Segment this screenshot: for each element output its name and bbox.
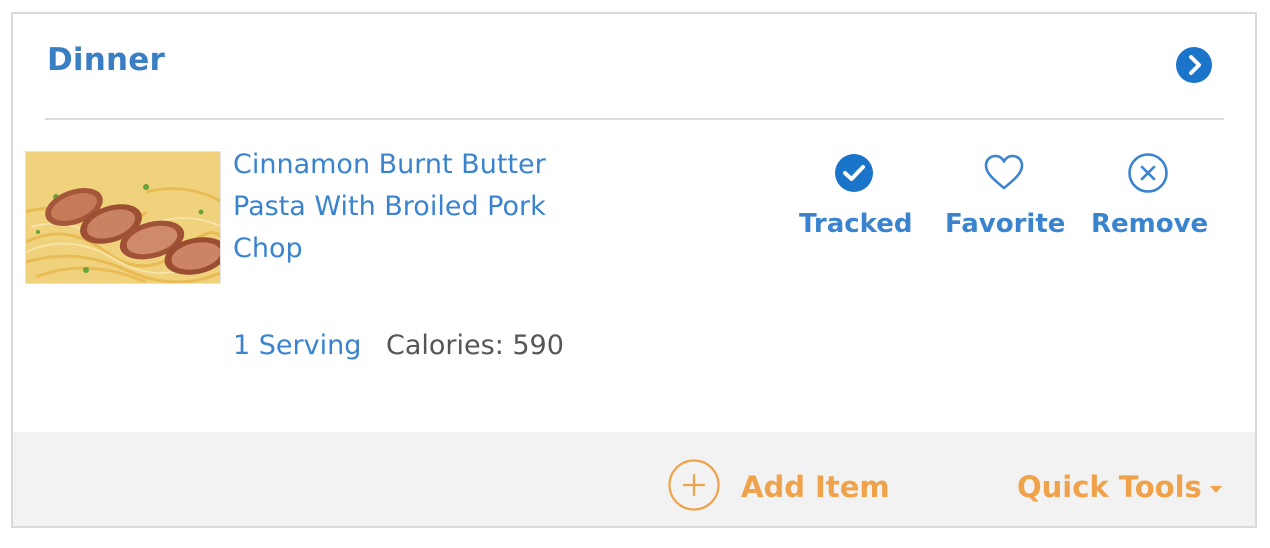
next-meal-button[interactable]	[1176, 47, 1212, 83]
caret-down-icon	[1209, 485, 1222, 493]
plus-circle-icon	[668, 459, 720, 511]
serving-size-link[interactable]: 1 Serving	[233, 330, 361, 361]
meal-header: Dinner	[13, 14, 1255, 120]
favorite-label: Favorite	[945, 209, 1066, 239]
chevron-right-icon	[1189, 55, 1201, 75]
meal-title: Dinner	[47, 42, 166, 78]
food-thumbnail[interactable]	[25, 151, 221, 284]
quick-tools-label: Quick Tools	[1017, 470, 1202, 504]
add-item-label: Add Item	[741, 470, 890, 504]
check-circle-icon	[835, 154, 873, 192]
favorite-button[interactable]: Favorite	[945, 152, 1066, 239]
meal-card: Dinner Cinnamon Burnt Butter Pasta With …	[11, 12, 1257, 528]
food-item-name-link[interactable]: Cinnamon Burnt Butter Pasta With Broiled…	[233, 144, 613, 270]
tracked-button[interactable]: Tracked	[799, 152, 913, 239]
meal-footer: Add Item Quick Tools	[13, 432, 1255, 526]
calories-value: Calories: 590	[386, 330, 564, 361]
food-photo	[26, 152, 220, 283]
remove-button[interactable]: Remove	[1091, 152, 1209, 239]
close-circle-icon	[1128, 153, 1168, 193]
header-divider	[45, 118, 1224, 120]
remove-label: Remove	[1091, 209, 1209, 239]
heart-icon	[984, 154, 1024, 190]
quick-tools-dropdown[interactable]: Quick Tools	[1017, 470, 1222, 504]
tracked-label: Tracked	[799, 209, 913, 239]
